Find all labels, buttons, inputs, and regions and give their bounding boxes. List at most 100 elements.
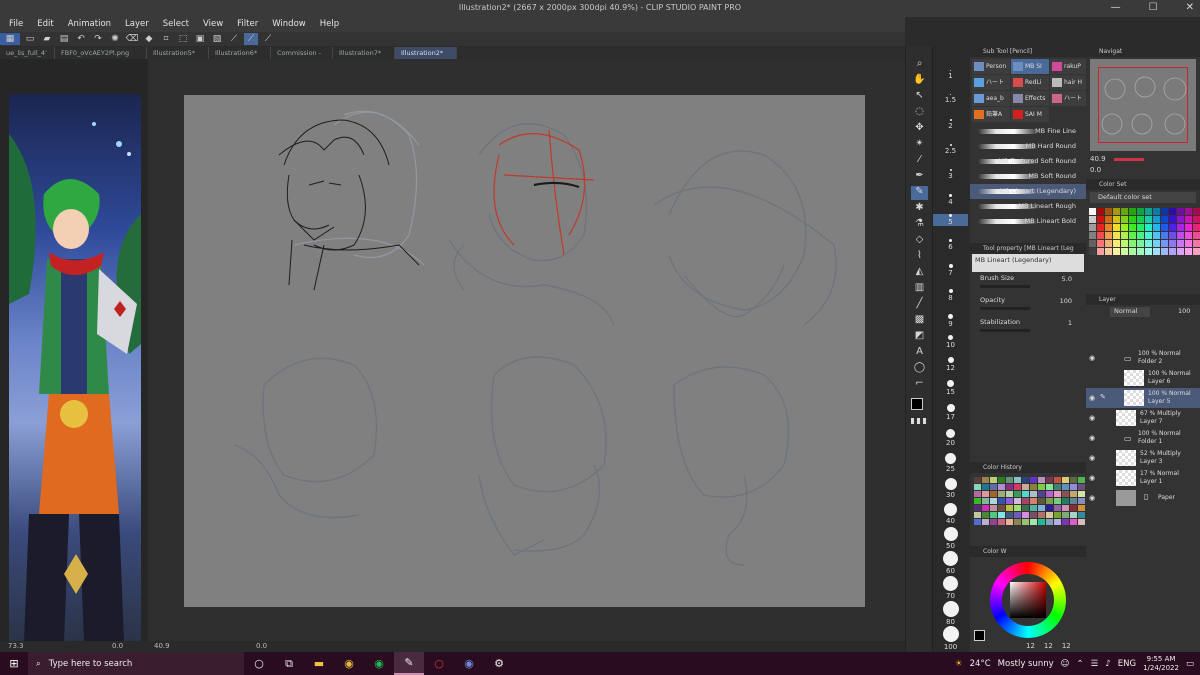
blend-mode-select[interactable]: Normal [1110, 307, 1150, 317]
brush-size-option[interactable]: 80 [933, 601, 968, 626]
history-swatch[interactable] [1070, 505, 1077, 511]
history-swatch[interactable] [1062, 491, 1069, 497]
color-set-swatch[interactable] [1145, 240, 1152, 247]
subtool-group-tab[interactable]: MB SI [1011, 59, 1049, 74]
menu-edit[interactable]: Edit [37, 17, 53, 32]
color-set-swatch[interactable] [1185, 208, 1192, 215]
history-swatch[interactable] [1046, 491, 1053, 497]
history-swatch[interactable] [1014, 484, 1021, 490]
color-set-swatch[interactable] [1169, 224, 1176, 231]
task-view-icon[interactable]: ⧉ [274, 652, 304, 675]
history-swatch[interactable] [998, 505, 1005, 511]
close-button[interactable]: ✕ [1186, 2, 1194, 13]
history-swatch[interactable] [982, 484, 989, 490]
history-swatch[interactable] [974, 484, 981, 490]
history-swatch[interactable] [1022, 512, 1029, 518]
history-swatch[interactable] [998, 519, 1005, 525]
color-set-swatch[interactable] [1161, 216, 1168, 223]
color-set-swatch[interactable] [1137, 208, 1144, 215]
eye-icon[interactable]: ◉ [1089, 474, 1095, 482]
stabilization-slider[interactable] [980, 329, 1030, 332]
pen-tool-icon[interactable]: ✒ [911, 170, 928, 184]
history-swatch[interactable] [1038, 498, 1045, 504]
history-swatch[interactable] [1062, 477, 1069, 483]
color-set-swatch[interactable] [1121, 208, 1128, 215]
layer-row[interactable]: ◉ ▭ 100 % Normal Folder 1 [1086, 428, 1200, 448]
snap-ruler-icon[interactable]: ⟋ [227, 33, 241, 45]
color-set-swatch[interactable] [1185, 248, 1192, 255]
color-set-swatch[interactable] [1121, 216, 1128, 223]
tab-illustration6[interactable]: Illustration6* [209, 47, 271, 59]
people-icon[interactable]: ☺ [1061, 659, 1070, 669]
color-set-swatch[interactable] [1185, 224, 1192, 231]
history-swatch[interactable] [1054, 505, 1061, 511]
menu-file[interactable]: File [9, 17, 23, 32]
spinner-icon[interactable]: ✺ [108, 33, 122, 45]
color-set-swatch[interactable] [1113, 248, 1120, 255]
layer-row[interactable]: ◉ ▭ 100 % Normal Folder 2 [1086, 348, 1200, 368]
brush-tool-icon[interactable]: ✱ [911, 202, 928, 216]
color-set-swatch[interactable] [1161, 208, 1168, 215]
chevron-up-icon[interactable]: ⌃ [1077, 659, 1084, 669]
menu-select[interactable]: Select [163, 17, 189, 32]
menu-help[interactable]: Help [320, 17, 339, 32]
settings-icon[interactable]: ⚙ [484, 652, 514, 675]
color-set-swatch[interactable] [1129, 216, 1136, 223]
brush-size-option[interactable]: 30 [933, 478, 968, 499]
history-swatch[interactable] [1054, 512, 1061, 518]
color-set-swatch[interactable] [1129, 248, 1136, 255]
history-swatch[interactable] [1014, 519, 1021, 525]
brush-size-option[interactable]: 9 [933, 314, 968, 328]
color-set-swatch[interactable] [1097, 232, 1104, 239]
reference-angle[interactable]: 0.0 [112, 642, 123, 650]
chrome-icon[interactable]: ◉ [334, 652, 364, 675]
color-set-swatch[interactable] [1161, 240, 1168, 247]
color-set-swatch[interactable] [1113, 208, 1120, 215]
subtool-group-tab[interactable]: aea_b [972, 91, 1010, 106]
brush-size-option[interactable]: 7 [933, 264, 968, 277]
color-set-swatch[interactable] [1089, 240, 1096, 247]
zoom-slider[interactable] [1113, 158, 1144, 161]
color-set-swatch[interactable] [1145, 224, 1152, 231]
brush-size-value[interactable]: 5.0 [1062, 275, 1072, 283]
history-swatch[interactable] [1030, 519, 1037, 525]
color-set-swatch[interactable] [1161, 232, 1168, 239]
color-set-swatch[interactable] [1097, 216, 1104, 223]
text-tool-icon[interactable]: A [911, 346, 928, 360]
color-set-swatch[interactable] [1185, 216, 1192, 223]
history-swatch[interactable] [1022, 498, 1029, 504]
eye-icon[interactable]: ◉ [1089, 394, 1095, 402]
history-swatch[interactable] [974, 498, 981, 504]
hue-ring[interactable] [990, 562, 1066, 638]
color-set-swatch[interactable] [1113, 224, 1120, 231]
color-set-swatch[interactable] [1089, 232, 1096, 239]
color-set-swatch[interactable] [1089, 216, 1096, 223]
history-swatch[interactable] [1054, 484, 1061, 490]
history-swatch[interactable] [1070, 512, 1077, 518]
history-swatch[interactable] [974, 477, 981, 483]
color-set-swatch[interactable] [1105, 232, 1112, 239]
color-set-swatch[interactable] [1193, 248, 1200, 255]
color-set-swatch[interactable] [1153, 232, 1160, 239]
crop-icon[interactable]: ⌗ [159, 33, 173, 45]
airbrush-tool-icon[interactable]: ⚗ [911, 218, 928, 232]
opacity-value[interactable]: 100 [1060, 297, 1072, 305]
history-swatch[interactable] [1046, 484, 1053, 490]
operation-tool-icon[interactable]: ↖ [911, 90, 928, 104]
pencil-tool-icon[interactable]: ✎ [911, 186, 928, 200]
history-swatch[interactable] [974, 519, 981, 525]
opacity-slider[interactable] [980, 307, 1030, 310]
history-swatch[interactable] [974, 491, 981, 497]
color-set-swatch[interactable] [1193, 240, 1200, 247]
history-swatch[interactable] [990, 491, 997, 497]
subtool-group-tab[interactable]: Person [972, 59, 1010, 74]
eye-icon[interactable]: ◉ [1089, 354, 1095, 362]
color-set-swatch[interactable] [1177, 208, 1184, 215]
color-set-swatch[interactable] [1169, 232, 1176, 239]
history-swatch[interactable] [982, 498, 989, 504]
history-swatch[interactable] [1030, 491, 1037, 497]
color-set-swatch[interactable] [1177, 248, 1184, 255]
brush-size-slider[interactable] [980, 285, 1030, 288]
brush-item[interactable]: MB Soft Round [970, 169, 1086, 184]
fill-icon[interactable]: ◆ [142, 33, 156, 45]
